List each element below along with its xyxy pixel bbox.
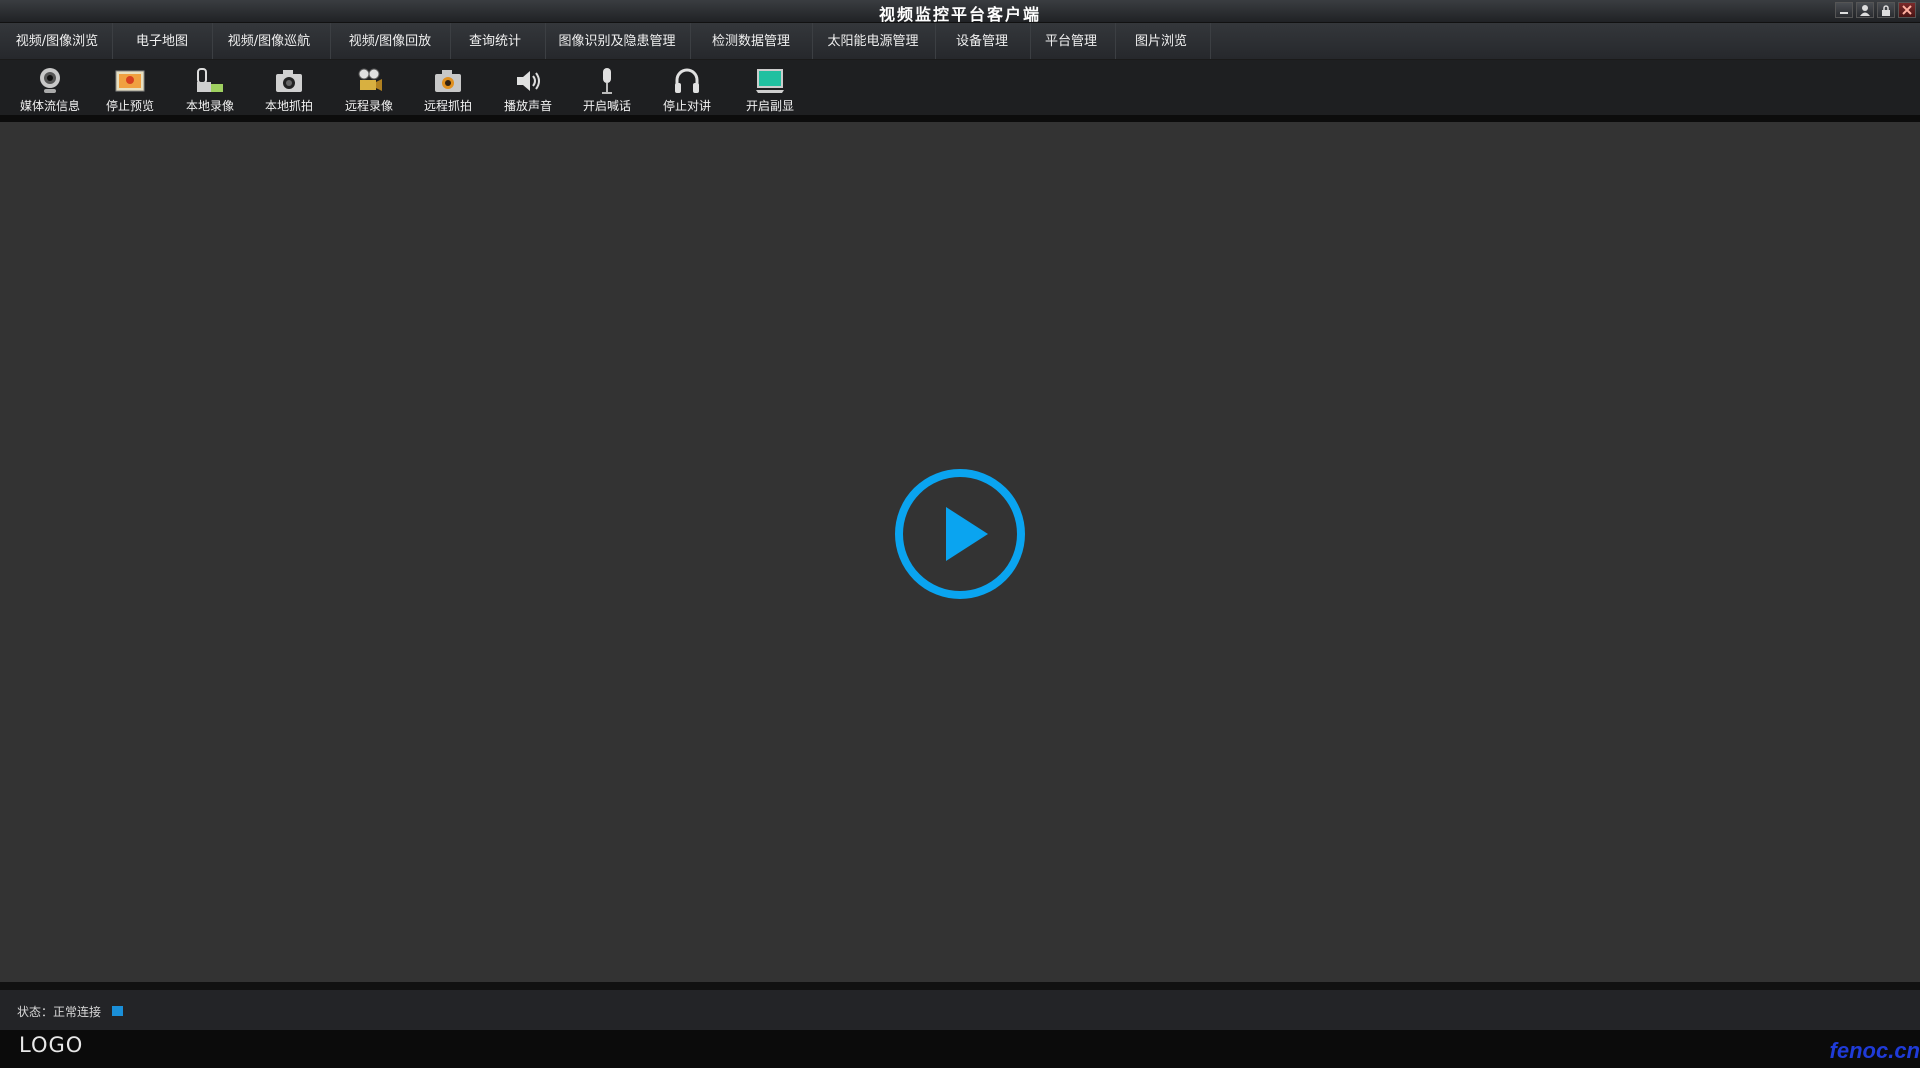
status-text: 状态：正常连接 bbox=[17, 1005, 102, 1019]
menu-separator bbox=[935, 23, 936, 59]
close-button[interactable] bbox=[1898, 2, 1916, 18]
video-viewport[interactable] bbox=[0, 122, 1920, 982]
play-sound-button[interactable]: 播放声音 bbox=[490, 62, 566, 114]
footer: LOGO fenoc.cn bbox=[0, 1030, 1920, 1068]
menu-separator bbox=[330, 23, 331, 59]
toolbar: 媒体流信息 停止预览 本地录像 本地抓拍 远程录像 远程抓拍 播放声音 开启喊话… bbox=[0, 60, 1920, 115]
menu-video-playback[interactable]: 视频/图像回放 bbox=[349, 23, 431, 59]
menu-video-cruise[interactable]: 视频/图像巡航 bbox=[228, 23, 310, 59]
watermark: fenoc.cn bbox=[1829, 1038, 1920, 1063]
toolbar-divider bbox=[0, 115, 1920, 122]
menu-separator bbox=[690, 23, 691, 59]
picture-icon bbox=[115, 70, 145, 92]
menu-bar: 视频/图像浏览 电子地图 视频/图像巡航 视频/图像回放 查询统计 图像识别及隐… bbox=[0, 23, 1920, 60]
camera-icon bbox=[276, 70, 302, 92]
user-icon bbox=[1860, 5, 1870, 16]
headset-icon bbox=[675, 68, 699, 93]
webcam-icon bbox=[40, 68, 60, 93]
remote-snapshot-button[interactable]: 远程抓拍 bbox=[410, 62, 486, 114]
video-divider bbox=[0, 982, 1920, 990]
title-bar: 视频监控平台客户端 bbox=[0, 0, 1920, 24]
menu-separator bbox=[1030, 23, 1031, 59]
stop-intercom-button[interactable]: 停止对讲 bbox=[649, 62, 725, 114]
local-snapshot-button[interactable]: 本地抓拍 bbox=[251, 62, 327, 114]
remote-camera-icon bbox=[435, 70, 461, 92]
connection-status-indicator bbox=[112, 1006, 123, 1016]
menu-separator bbox=[1210, 23, 1211, 59]
menu-picture-browse[interactable]: 图片浏览 bbox=[1135, 23, 1187, 59]
menu-video-browse[interactable]: 视频/图像浏览 bbox=[16, 23, 98, 59]
speaker-icon bbox=[517, 71, 540, 91]
menu-solar-power[interactable]: 太阳能电源管理 bbox=[827, 23, 918, 59]
menu-image-recognition[interactable]: 图像识别及隐患管理 bbox=[558, 23, 675, 59]
menu-separator bbox=[450, 23, 451, 59]
lock-icon bbox=[1882, 5, 1890, 16]
microphone-icon bbox=[602, 68, 612, 94]
menu-separator bbox=[212, 23, 213, 59]
media-stream-info-button[interactable]: 媒体流信息 bbox=[12, 62, 88, 114]
user-button[interactable] bbox=[1856, 2, 1874, 18]
menu-electronic-map[interactable]: 电子地图 bbox=[136, 23, 188, 59]
menu-separator bbox=[812, 23, 813, 59]
minimize-icon bbox=[1840, 12, 1848, 14]
start-broadcast-button[interactable]: 开启喊话 bbox=[569, 62, 645, 114]
logo: LOGO bbox=[19, 1033, 84, 1057]
close-icon bbox=[1902, 5, 1912, 15]
local-record-button[interactable]: 本地录像 bbox=[172, 62, 248, 114]
minimize-button[interactable] bbox=[1835, 2, 1853, 18]
monitor-icon bbox=[756, 69, 784, 93]
start-secondary-display-button[interactable]: 开启副显 bbox=[732, 62, 808, 114]
film-camera-icon bbox=[358, 68, 382, 91]
stop-preview-button[interactable]: 停止预览 bbox=[92, 62, 168, 114]
menu-platform-management[interactable]: 平台管理 bbox=[1045, 23, 1097, 59]
remote-record-button[interactable]: 远程录像 bbox=[331, 62, 407, 114]
menu-device-management[interactable]: 设备管理 bbox=[956, 23, 1008, 59]
status-bar: 状态：正常连接 bbox=[0, 990, 1920, 1030]
window-controls bbox=[1835, 2, 1916, 18]
window-title: 视频监控平台客户端 bbox=[878, 5, 1041, 24]
menu-separator bbox=[545, 23, 546, 59]
camcorder-icon bbox=[197, 68, 223, 92]
menu-separator bbox=[112, 23, 113, 59]
play-button-icon[interactable] bbox=[893, 467, 1027, 601]
lock-button[interactable] bbox=[1877, 2, 1895, 18]
menu-detection-data[interactable]: 检测数据管理 bbox=[712, 23, 790, 59]
menu-query-stats[interactable]: 查询统计 bbox=[469, 23, 521, 59]
menu-separator bbox=[1115, 23, 1116, 59]
